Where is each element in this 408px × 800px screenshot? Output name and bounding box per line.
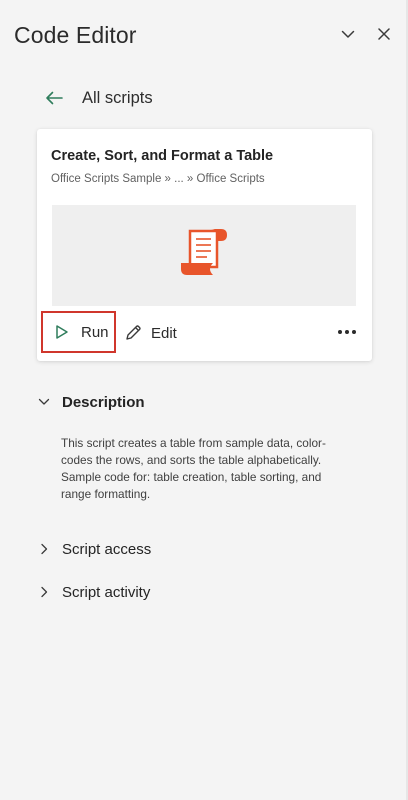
more-options-button[interactable] [335, 325, 359, 339]
script-location-path: Office Scripts Sample » ... » Office Scr… [51, 173, 265, 185]
collapse-pane-button[interactable] [336, 22, 360, 46]
script-card: Create, Sort, and Format a Table Office … [37, 129, 372, 361]
back-to-all-scripts-link[interactable]: All scripts [44, 86, 153, 110]
pencil-icon [126, 325, 141, 340]
script-description-text: This script creates a table from sample … [61, 436, 326, 501]
description-heading: Description [62, 393, 145, 411]
close-icon [378, 28, 390, 40]
script-title: Create, Sort, and Format a Table [51, 148, 274, 164]
pane-header: Code Editor [0, 0, 408, 70]
script-scroll-icon [181, 229, 227, 275]
run-script-button[interactable]: Run [41, 311, 116, 353]
edit-button-label: Edit [151, 324, 177, 342]
script-activity-section-toggle[interactable]: Script activity [38, 581, 150, 603]
script-thumbnail [52, 205, 356, 306]
play-icon [55, 324, 69, 340]
script-activity-heading: Script activity [62, 583, 151, 601]
chevron-right-icon [41, 543, 48, 555]
script-access-section-toggle[interactable]: Script access [38, 538, 151, 560]
description-section-toggle[interactable]: Description [38, 391, 145, 413]
chevron-right-icon [41, 586, 48, 598]
chevron-down-icon [38, 398, 50, 405]
script-access-heading: Script access [62, 540, 152, 558]
edit-script-button[interactable]: Edit [124, 322, 177, 344]
arrow-left-icon [46, 91, 63, 105]
run-button-label: Run [81, 323, 109, 341]
code-editor-pane: Code Editor All scripts Create, Sort, an… [0, 0, 408, 800]
close-pane-button[interactable] [372, 22, 396, 46]
pane-title: Code Editor [14, 22, 137, 48]
back-link-label: All scripts [82, 88, 153, 107]
more-options-icon [338, 330, 356, 334]
chevron-down-icon [341, 30, 355, 38]
